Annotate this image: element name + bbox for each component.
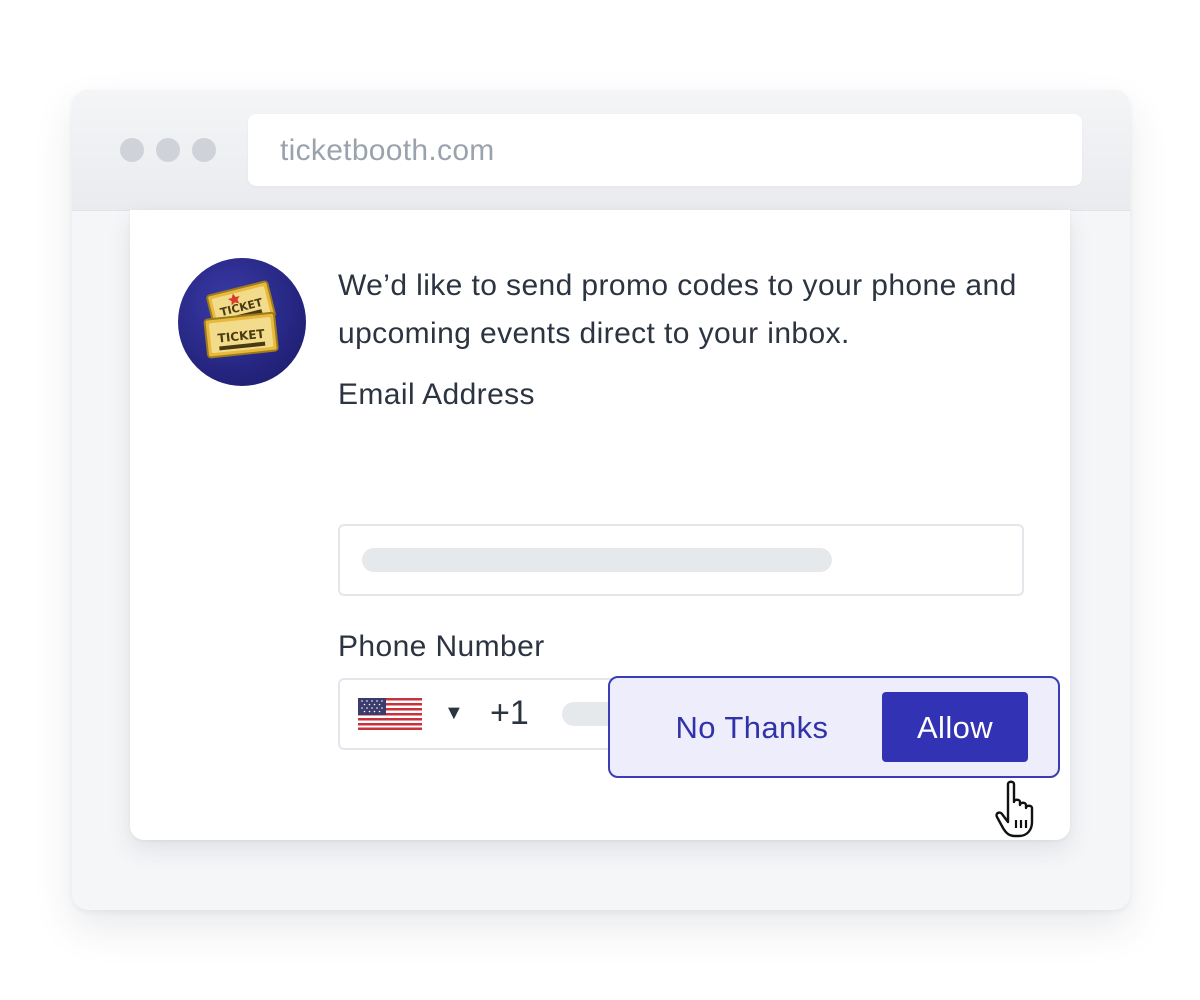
address-bar[interactable]: ticketbooth.com [248, 114, 1082, 186]
prompt-message: We’d like to send promo codes to your ph… [338, 269, 1017, 350]
hand-pointer-icon [995, 780, 1034, 838]
ticket-icon: TICKET TICKET [178, 258, 306, 386]
dialog-actions: No Thanks Allow [608, 676, 1060, 778]
email-field[interactable] [338, 524, 1024, 596]
browser-window: ticketbooth.com TICKET TICKET We’d like … [72, 90, 1130, 910]
phone-label: Phone Number [338, 630, 545, 663]
allow-button[interactable]: Allow [882, 692, 1028, 762]
country-dropdown-caret-icon[interactable]: ▼ [444, 702, 464, 725]
url-text: ticketbooth.com [280, 134, 495, 167]
window-minimize-dot[interactable] [156, 138, 180, 162]
browser-toolbar: ticketbooth.com [72, 90, 1130, 211]
window-close-dot[interactable] [120, 138, 144, 162]
dial-code: +1 [490, 694, 529, 732]
us-flag-icon[interactable] [358, 698, 422, 730]
email-placeholder-bar [362, 548, 832, 572]
window-maximize-dot[interactable] [192, 138, 216, 162]
no-thanks-button[interactable]: No Thanks [642, 692, 862, 762]
email-label: Email Address [338, 378, 535, 411]
